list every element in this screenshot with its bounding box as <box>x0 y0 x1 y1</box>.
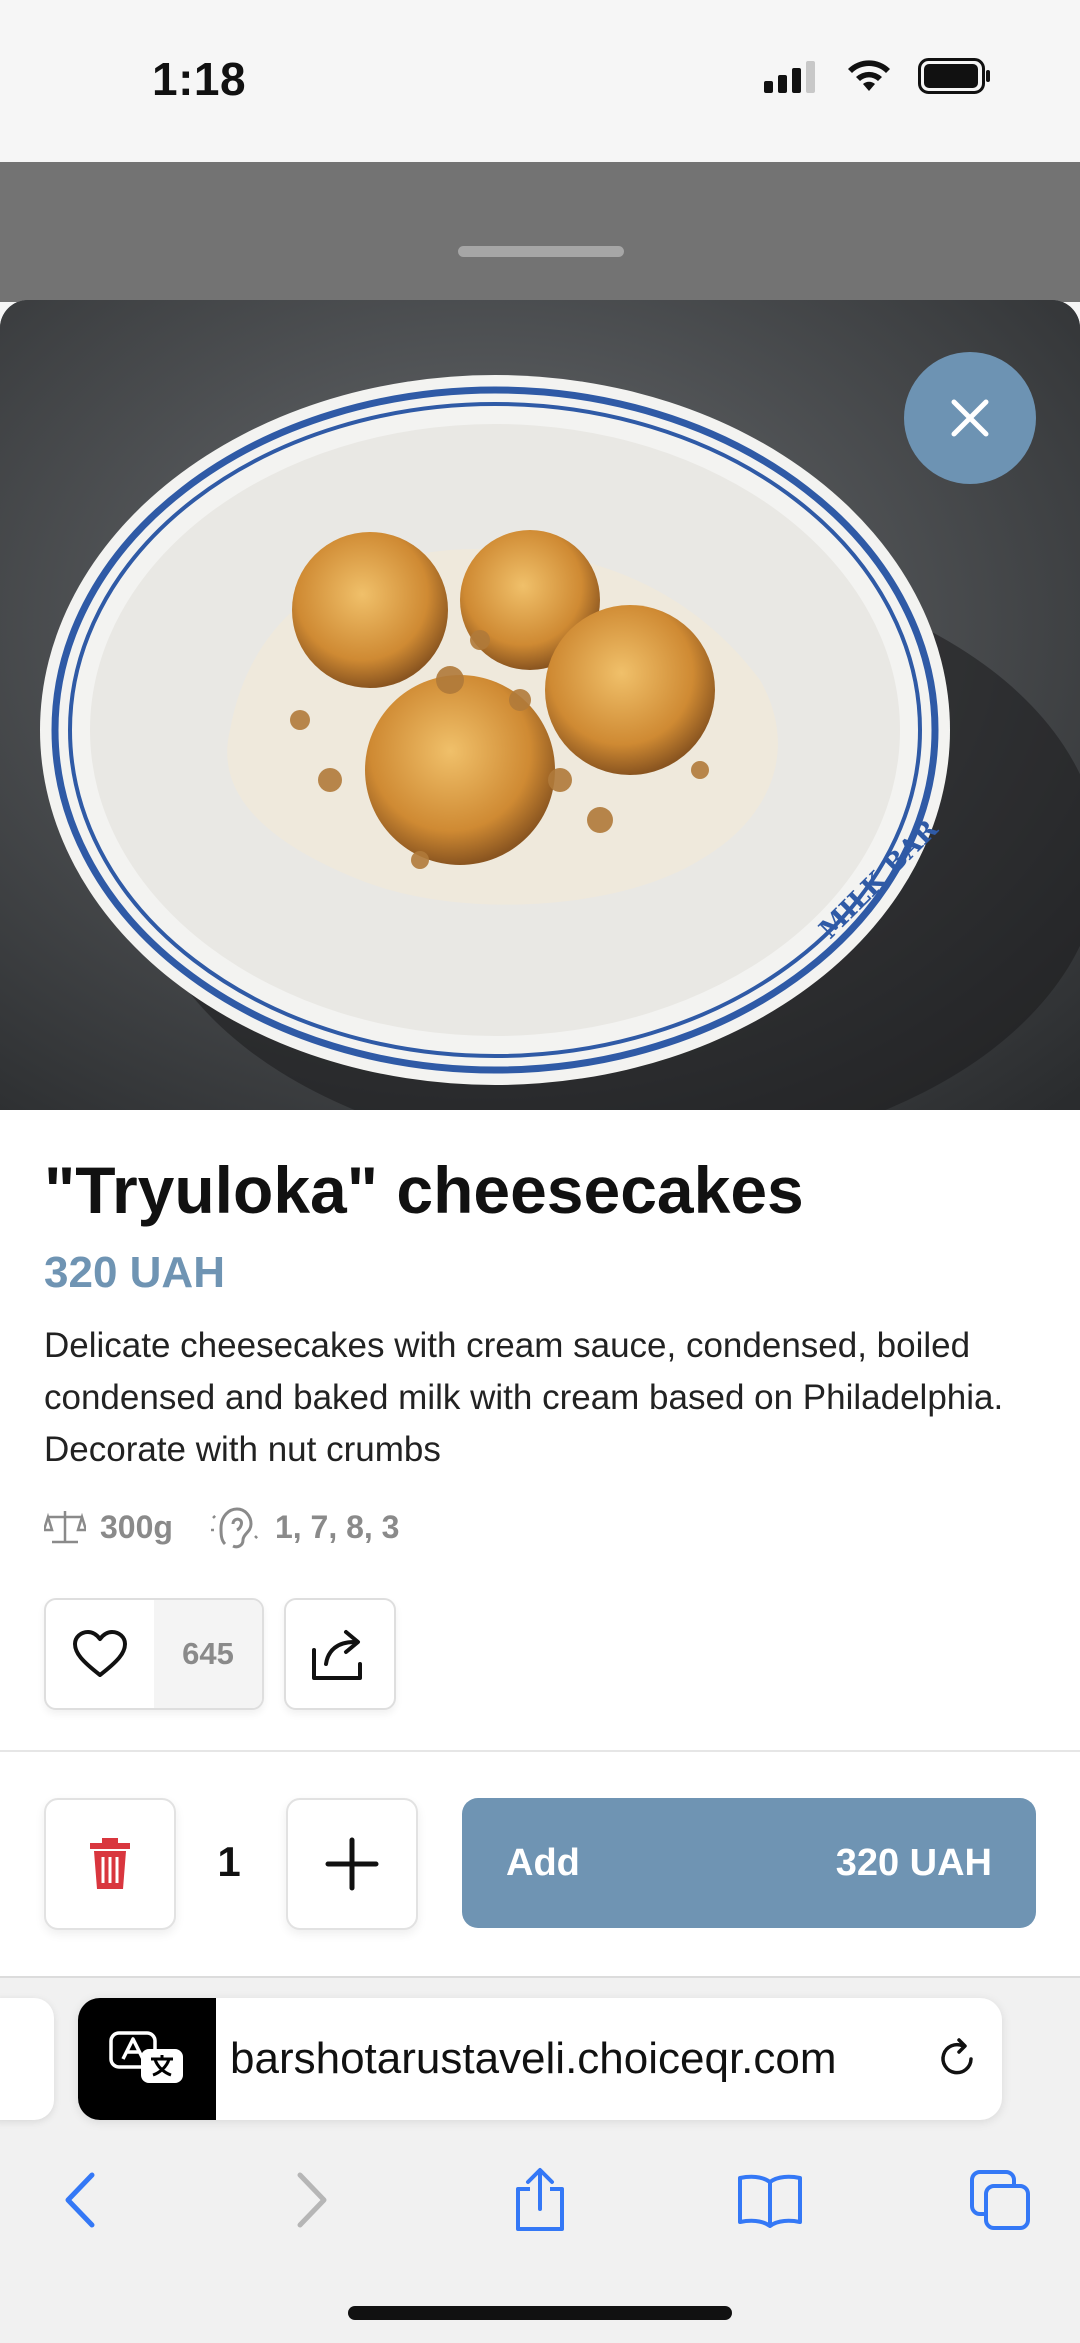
like-button[interactable] <box>46 1600 154 1708</box>
status-icons <box>764 58 992 94</box>
close-button[interactable] <box>904 352 1036 484</box>
plus-icon <box>325 1837 379 1891</box>
browser-toolbar <box>0 2150 1080 2250</box>
product-allergens: 1, 7, 8, 3 <box>274 1508 400 1545</box>
add-to-cart-button[interactable]: Add 320 UAH <box>462 1798 1036 1928</box>
sheet-grabber[interactable] <box>458 246 624 257</box>
trash-icon <box>90 1838 130 1889</box>
product-title: "Tryuloka" cheesecakes <box>44 1153 804 1227</box>
chevron-left-icon <box>65 2172 95 2228</box>
chevron-right-icon <box>297 2172 327 2228</box>
product-meta: 300g 1, 7, 8, 3 <box>44 1500 421 1554</box>
tabs-button[interactable] <box>950 2150 1050 2250</box>
share-upload-icon <box>516 2168 564 2231</box>
allergens-info: 1, 7, 8, 3 <box>207 1500 400 1554</box>
product-price: 320 UAH <box>44 1248 225 1297</box>
book-icon <box>738 2174 802 2228</box>
remove-item-button[interactable] <box>44 1798 176 1930</box>
previous-tab-preview[interactable] <box>0 1998 54 2120</box>
add-button-price: 320 UAH <box>835 1841 992 1884</box>
product-sheet: MILK BAR "Tryuloka" cheesecakes 320 UAH … <box>0 300 1080 1980</box>
wifi-icon <box>848 60 890 91</box>
product-description: Delicate cheesecakes with cream sauce, c… <box>44 1326 1004 1469</box>
heart-icon <box>73 1630 127 1677</box>
translate-button[interactable] <box>78 1998 216 2120</box>
bookmarks-button[interactable] <box>720 2150 820 2250</box>
like-control: 645 <box>44 1598 264 1710</box>
share-button[interactable] <box>284 1598 396 1710</box>
quantity-value: 1 <box>217 1838 241 1885</box>
back-button[interactable] <box>30 2150 130 2250</box>
cellular-icon <box>764 61 815 93</box>
browser-chrome: barshotarustaveli.choiceqr.com <box>0 1976 1080 2343</box>
home-indicator[interactable] <box>348 2306 732 2320</box>
address-bar[interactable]: barshotarustaveli.choiceqr.com <box>78 1998 1002 2120</box>
product-weight: 300g <box>100 1508 173 1545</box>
status-time: 1:18 <box>152 53 247 105</box>
battery-icon <box>918 58 990 94</box>
add-button-label: Add <box>506 1841 580 1884</box>
translate-icon <box>109 2031 183 2083</box>
scale-icon <box>44 1511 86 1544</box>
product-photo: MILK BAR <box>0 300 1080 1110</box>
status-bar: 1:18 <box>0 0 1080 162</box>
ear-allergen-icon <box>210 1507 260 1549</box>
increase-quantity-button[interactable] <box>286 1798 418 1930</box>
url-text: barshotarustaveli.choiceqr.com <box>230 2034 837 2083</box>
divider <box>0 1750 1080 1752</box>
close-icon <box>951 399 989 437</box>
share-page-button[interactable] <box>490 2150 590 2250</box>
reload-button[interactable] <box>912 1998 1002 2120</box>
like-count: 645 <box>154 1600 262 1708</box>
weight-info: 300g <box>44 1508 173 1546</box>
reload-icon <box>941 2038 973 2075</box>
background-overlay[interactable] <box>0 162 1080 302</box>
forward-button[interactable] <box>262 2150 362 2250</box>
share-icon <box>312 1630 362 1680</box>
tabs-icon <box>970 2170 1030 2230</box>
